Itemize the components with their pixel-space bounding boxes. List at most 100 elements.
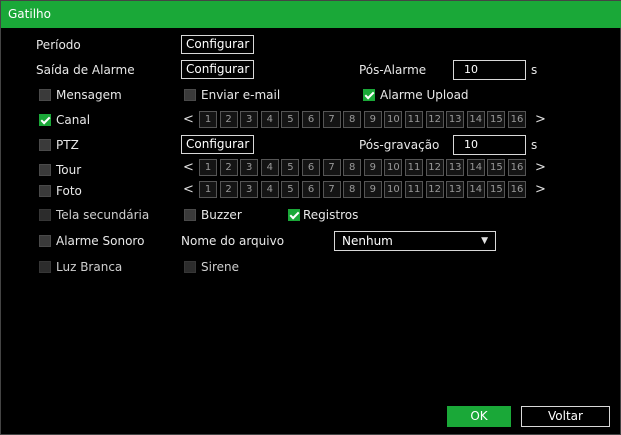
canal-channel-12-button[interactable]: 12	[425, 111, 444, 128]
buzzer-checkbox[interactable]	[184, 209, 196, 221]
chevron-down-icon: ▼	[481, 236, 488, 246]
buzzer-label: Buzzer	[201, 208, 242, 222]
filename-label: Nome do arquivo	[181, 234, 285, 248]
canal-channel-9-button[interactable]: 9	[363, 111, 382, 128]
canal-next-arrow[interactable]: >	[535, 110, 546, 129]
back-button[interactable]: Voltar	[521, 406, 610, 427]
foto-channel-5-button[interactable]: 5	[281, 181, 300, 198]
tela-checkbox[interactable]	[39, 209, 51, 221]
canal-channel-16-button[interactable]: 16	[508, 111, 526, 128]
tour-channel-2-button[interactable]: 2	[219, 159, 238, 176]
luz-label: Luz Branca	[56, 260, 123, 274]
canal-channel-6-button[interactable]: 6	[302, 111, 320, 128]
filename-select-value: Nenhum	[342, 234, 393, 248]
foto-channel-11-button[interactable]: 11	[405, 181, 423, 198]
canal-prev-arrow[interactable]: <	[183, 110, 194, 129]
foto-channel-7-button[interactable]: 7	[322, 181, 341, 198]
tour-prev-arrow[interactable]: <	[183, 158, 194, 177]
post-recording-input[interactable]: 10	[453, 135, 526, 155]
foto-label: Foto	[56, 184, 82, 198]
upload-label: Alarme Upload	[380, 88, 469, 102]
sonoro-checkbox[interactable]	[39, 235, 51, 247]
tour-channel-11-button[interactable]: 11	[405, 159, 423, 176]
post-recording-unit: s	[531, 138, 538, 152]
canal-channel-15-button[interactable]: 15	[487, 111, 506, 128]
foto-checkbox[interactable]	[39, 185, 51, 197]
filename-select[interactable]: Nenhum ▼	[334, 231, 496, 251]
tour-channel-selector: < > 1 2 3 4 5 6 7 8 9 10 11 12 13 14 15 16	[181, 158, 551, 177]
post-alarm-unit: s	[531, 63, 538, 77]
luz-checkbox[interactable]	[39, 261, 51, 273]
foto-channel-14-button[interactable]: 14	[466, 181, 485, 198]
periodo-configure-button[interactable]: Configurar	[181, 35, 255, 54]
canal-channel-13-button[interactable]: 13	[446, 111, 465, 128]
tour-channel-4-button[interactable]: 4	[260, 159, 279, 176]
canal-channel-1-button[interactable]: 1	[199, 111, 217, 128]
canal-channel-5-button[interactable]: 5	[281, 111, 300, 128]
email-checkbox[interactable]	[184, 89, 196, 101]
registros-checkbox[interactable]	[288, 209, 300, 221]
tour-channel-9-button[interactable]: 9	[363, 159, 382, 176]
canal-channel-4-button[interactable]: 4	[260, 111, 279, 128]
tour-channel-15-button[interactable]: 15	[487, 159, 506, 176]
canal-label: Canal	[56, 113, 91, 127]
mensagem-label: Mensagem	[56, 88, 122, 102]
tour-channel-5-button[interactable]: 5	[281, 159, 300, 176]
alarm-output-label: Saída de Alarme	[36, 63, 135, 77]
canal-channel-8-button[interactable]: 8	[343, 111, 362, 128]
canal-channel-2-button[interactable]: 2	[219, 111, 238, 128]
tour-checkbox[interactable]	[39, 164, 51, 176]
canal-checkbox[interactable]	[39, 114, 51, 126]
foto-channel-8-button[interactable]: 8	[343, 181, 362, 198]
tour-channel-6-button[interactable]: 6	[302, 159, 320, 176]
canal-channel-7-button[interactable]: 7	[322, 111, 341, 128]
foto-channel-2-button[interactable]: 2	[219, 181, 238, 198]
canal-channel-selector: < > 1 2 3 4 5 6 7 8 9 10 11 12 13 14 15 16	[181, 110, 551, 129]
ok-button[interactable]: OK	[447, 406, 511, 427]
tour-channel-12-button[interactable]: 12	[425, 159, 444, 176]
tour-channel-7-button[interactable]: 7	[322, 159, 341, 176]
foto-channel-1-button[interactable]: 1	[199, 181, 217, 198]
tour-channel-1-button[interactable]: 1	[199, 159, 217, 176]
trigger-dialog: Gatilho Período Configurar Saída de Alar…	[0, 0, 621, 435]
foto-channel-13-button[interactable]: 13	[446, 181, 465, 198]
foto-channel-10-button[interactable]: 10	[384, 181, 403, 198]
canal-channel-11-button[interactable]: 11	[405, 111, 423, 128]
ptz-checkbox[interactable]	[39, 139, 51, 151]
tour-next-arrow[interactable]: >	[535, 158, 546, 177]
upload-checkbox[interactable]	[363, 89, 375, 101]
canal-channel-3-button[interactable]: 3	[240, 111, 259, 128]
foto-next-arrow[interactable]: >	[535, 180, 546, 199]
post-alarm-input[interactable]: 10	[453, 60, 526, 80]
foto-channel-6-button[interactable]: 6	[302, 181, 320, 198]
tour-label: Tour	[56, 163, 82, 177]
canal-channel-14-button[interactable]: 14	[466, 111, 485, 128]
foto-channel-3-button[interactable]: 3	[240, 181, 259, 198]
foto-channel-9-button[interactable]: 9	[363, 181, 382, 198]
foto-prev-arrow[interactable]: <	[183, 180, 194, 199]
tour-channel-14-button[interactable]: 14	[466, 159, 485, 176]
email-label: Enviar e-mail	[201, 88, 281, 102]
tour-channel-16-button[interactable]: 16	[508, 159, 526, 176]
ptz-configure-button[interactable]: Configurar	[181, 135, 255, 154]
ptz-label: PTZ	[56, 138, 79, 152]
dialog-title: Gatilho	[1, 1, 621, 28]
tour-channel-3-button[interactable]: 3	[240, 159, 259, 176]
mensagem-checkbox[interactable]	[39, 89, 51, 101]
tour-channel-13-button[interactable]: 13	[446, 159, 465, 176]
registros-label: Registros	[303, 208, 359, 222]
alarm-output-configure-button[interactable]: Configurar	[181, 60, 255, 79]
post-alarm-label: Pós-Alarme	[359, 63, 427, 77]
tour-channel-10-button[interactable]: 10	[384, 159, 403, 176]
tour-channel-8-button[interactable]: 8	[343, 159, 362, 176]
foto-channel-15-button[interactable]: 15	[487, 181, 506, 198]
sirene-checkbox[interactable]	[184, 261, 196, 273]
foto-channel-4-button[interactable]: 4	[260, 181, 279, 198]
canal-channel-10-button[interactable]: 10	[384, 111, 403, 128]
foto-channel-12-button[interactable]: 12	[425, 181, 444, 198]
sonoro-label: Alarme Sonoro	[56, 234, 145, 248]
foto-channel-16-button[interactable]: 16	[508, 181, 526, 198]
periodo-label: Período	[36, 38, 81, 52]
post-recording-label: Pós-gravação	[359, 138, 440, 152]
tela-label: Tela secundária	[56, 208, 150, 222]
